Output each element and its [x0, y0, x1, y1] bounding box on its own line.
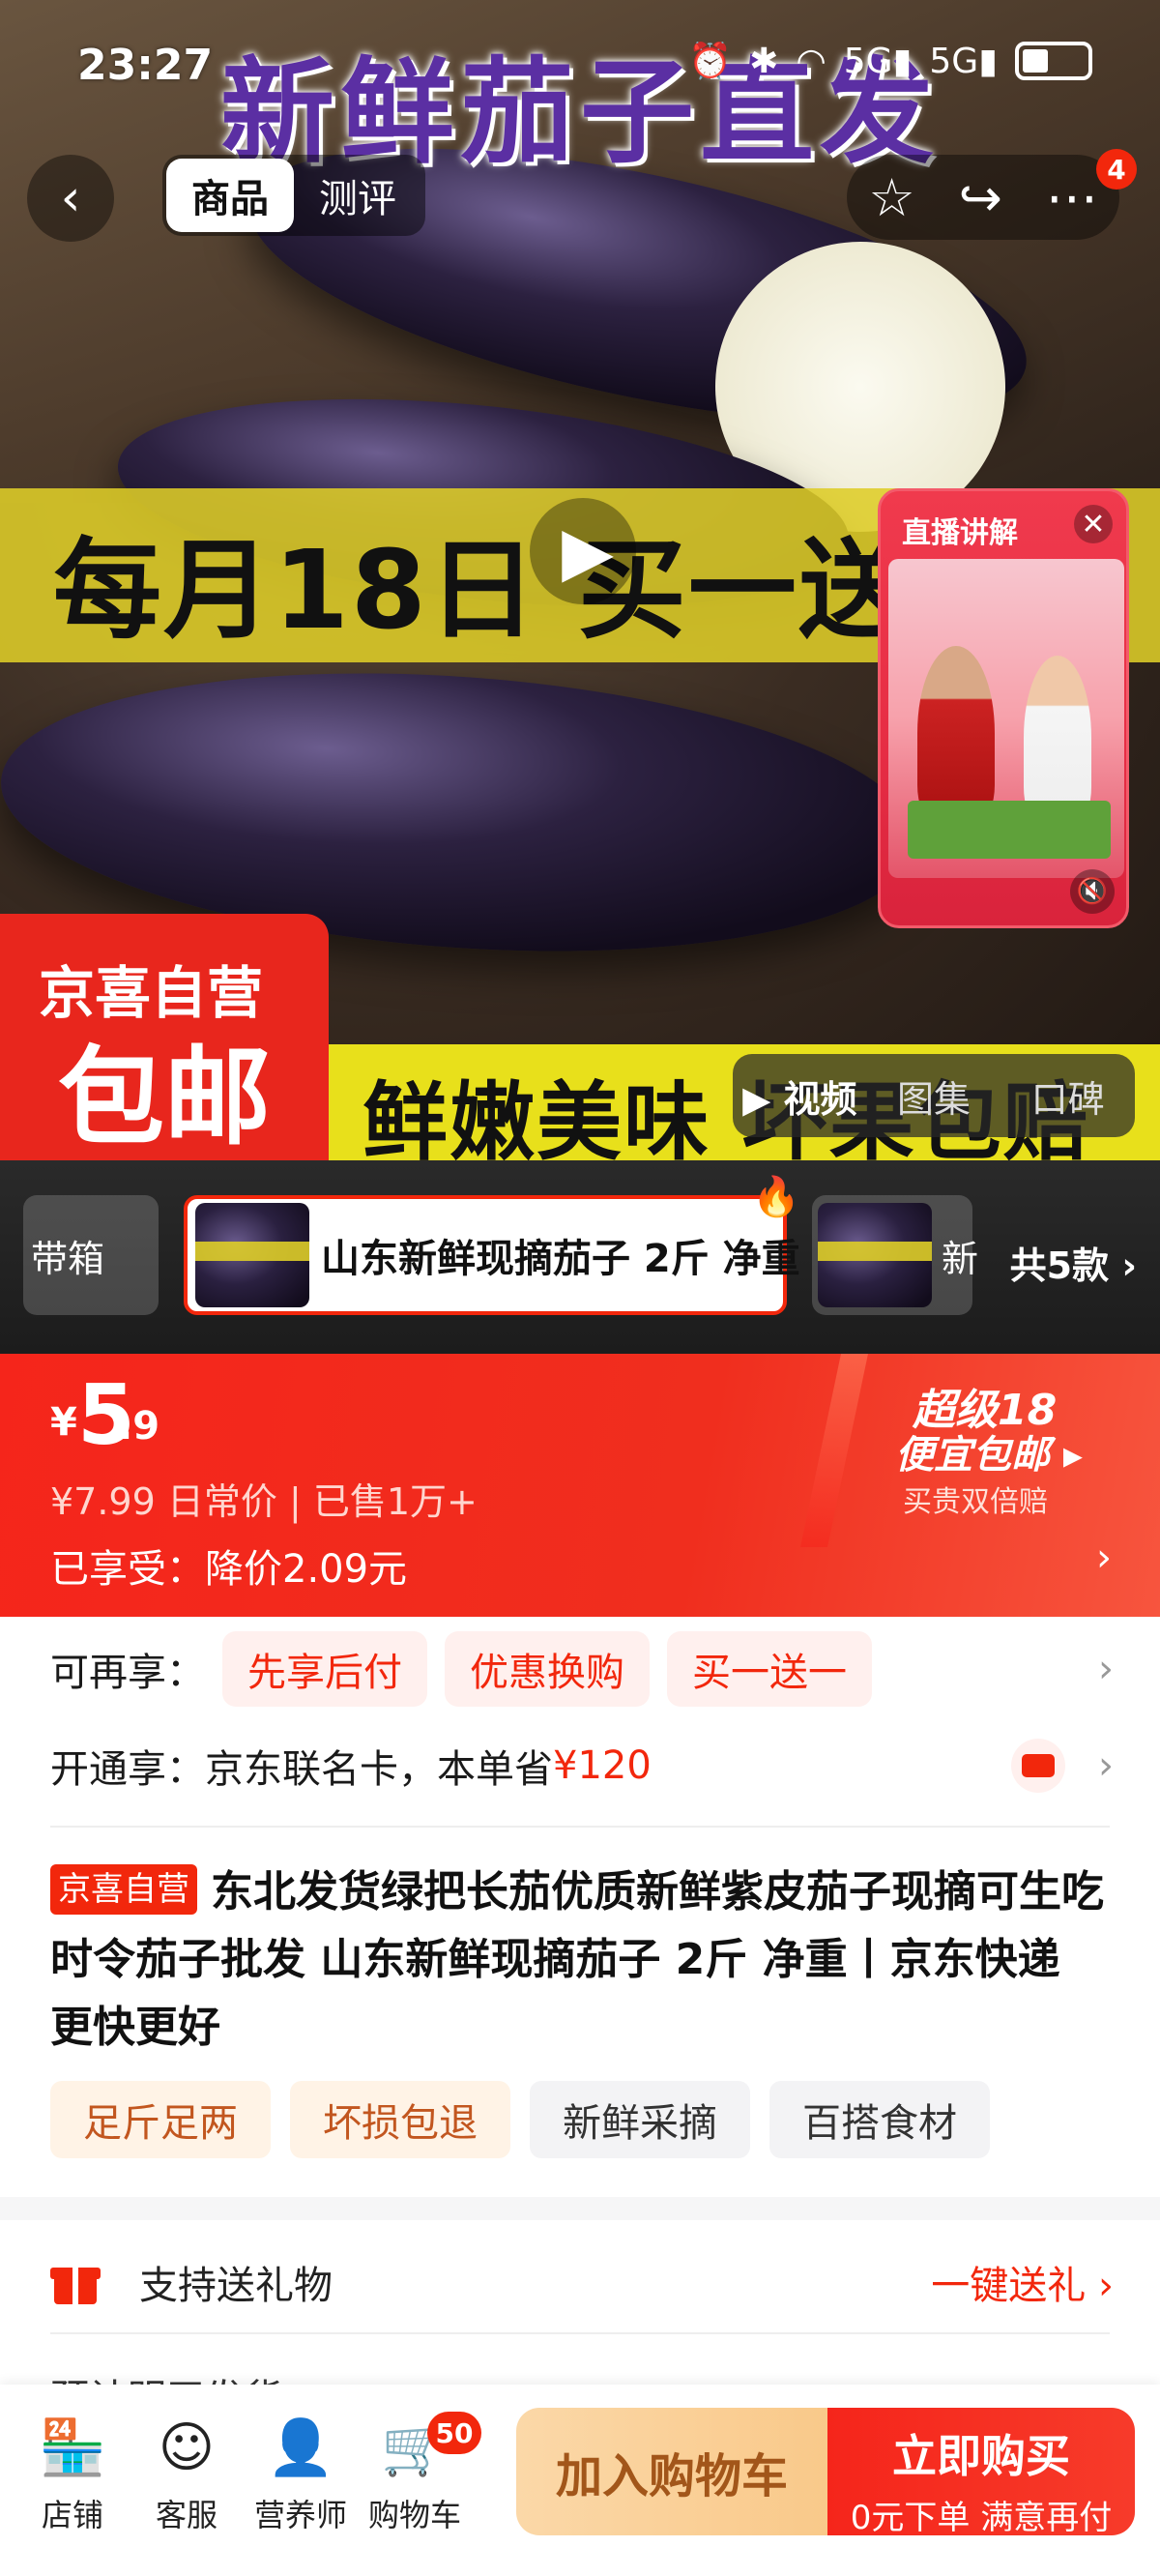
customer-service-button[interactable]: ☺ 客服	[133, 2412, 240, 2535]
chevron-right-icon[interactable]: ›	[1098, 1647, 1114, 1691]
price-currency: ¥	[50, 1400, 77, 1445]
gift-row[interactable]: 支持送礼物 一键送礼 ›	[50, 2243, 1114, 2321]
live-title: 直播讲解	[902, 516, 1018, 550]
promo-guarantee: 买贵双倍赔	[903, 1485, 1048, 1519]
host-image	[1024, 656, 1091, 820]
vegetable-table	[908, 801, 1111, 859]
variant-thumbnail	[195, 1203, 309, 1307]
product-tags: 足斤足两 坏损包退 新鲜采摘 百搭食材	[50, 2081, 990, 2158]
variant-option-selected[interactable]: 山东新鲜现摘茄子 2斤 净重	[184, 1195, 800, 1315]
chevron-right-icon[interactable]: ›	[1098, 1743, 1114, 1788]
chat-icon: ☺	[158, 2415, 216, 2479]
card-label: 开通享：京东联名卡，本单省	[50, 1747, 553, 1792]
variant-label: 带箱	[31, 1237, 105, 1280]
star-icon[interactable]: ☆	[868, 167, 914, 228]
discount-applied[interactable]: 已享受：降价2.09元	[50, 1537, 407, 1594]
top-actions: ☆ ↪ ⋯	[847, 155, 1119, 240]
tab-review[interactable]: 测评	[294, 159, 421, 232]
divider	[50, 2332, 1110, 2334]
top-tabs: 商品 测评	[162, 155, 425, 236]
original-price: ¥7.99 日常价 | 已售1万+	[50, 1480, 478, 1523]
buy-now-button[interactable]: 立即购买 0元下单 满意再付	[827, 2408, 1135, 2537]
bluetooth-icon: ✱	[749, 41, 779, 81]
alarm-icon: ⏰	[688, 42, 733, 81]
add-to-cart-button[interactable]: 加入购物车	[516, 2408, 827, 2535]
live-stream-window[interactable]: 直播讲解 ✕ 🔇	[878, 488, 1129, 928]
gift-label: 支持送礼物	[139, 2264, 333, 2308]
signal-icon: 5G▮	[929, 41, 998, 81]
benefit-chip[interactable]: 买一送一	[667, 1631, 872, 1707]
media-tabs: ▶ 视频 图集 口碑	[733, 1054, 1135, 1137]
share-icon[interactable]: ↪	[959, 167, 1002, 228]
product-tag[interactable]: 足斤足两	[50, 2081, 271, 2158]
product-tag[interactable]: 新鲜采摘	[530, 2081, 750, 2158]
variant-option[interactable]: 带箱	[23, 1195, 159, 1315]
product-title: 京喜自营 东北发货绿把长茄优质新鲜紫皮茄子现摘可生吃时令茄子批发 山东新鲜现摘茄子…	[50, 1859, 1114, 2062]
price-band: ¥ 5 .9 ¥7.99 日常价 | 已售1万+ 已享受：降价2.09元 › 超…	[0, 1354, 1160, 1617]
signal-icon: 5G▮	[843, 41, 913, 81]
divider	[50, 1826, 1110, 1828]
variant-option[interactable]: 新	[812, 1195, 978, 1315]
benefit-chip[interactable]: 先享后付	[222, 1631, 427, 1707]
tab-reviews[interactable]: 口碑	[1000, 1069, 1135, 1123]
tab-gallery[interactable]: 图集	[867, 1069, 1001, 1123]
chevron-right-icon[interactable]: ›	[1096, 1536, 1112, 1580]
close-icon[interactable]: ✕	[1074, 505, 1113, 543]
credit-card-icon	[1011, 1739, 1065, 1793]
store-icon: 🏪	[39, 2416, 106, 2479]
hot-icon: 🔥	[752, 1175, 800, 1219]
self-operated-tag: 京喜自营	[50, 1864, 197, 1915]
send-gift-link[interactable]: 一键送礼 ›	[931, 2254, 1114, 2310]
play-icon: ▶	[562, 512, 614, 591]
variant-count-link[interactable]: 共5款 ›	[1010, 1236, 1137, 1289]
benefit-chip[interactable]: 优惠换购	[445, 1631, 650, 1707]
variant-label: 新	[942, 1237, 979, 1280]
variant-label: 山东新鲜现摘茄子 2斤 净重	[321, 1237, 800, 1281]
store-button[interactable]: 🏪 店铺	[19, 2412, 126, 2535]
card-saving: ¥120	[553, 1743, 652, 1788]
mute-icon[interactable]: 🔇	[1070, 869, 1115, 914]
nutritionist-button[interactable]: 👤 营养师	[247, 2412, 354, 2535]
variant-strip: 带箱 山东新鲜现摘茄子 2斤 净重 🔥 新 共5款 ›	[0, 1160, 1160, 1354]
back-icon: ‹	[60, 169, 81, 227]
benefits-label: 可再享：	[50, 1651, 205, 1695]
variant-thumbnail	[818, 1203, 932, 1307]
status-icons: ⏰ ✱ ◠ 5G▮ 5G▮	[688, 41, 1092, 81]
bottom-action-bar: 🏪 店铺 ☺ 客服 👤 营养师 🛒 购物车 50 加入购物车 立即购买 0元下单…	[0, 2385, 1160, 2576]
live-video	[888, 559, 1124, 878]
back-button[interactable]: ‹	[27, 155, 114, 242]
battery-icon	[1015, 42, 1092, 80]
product-tag[interactable]: 坏损包退	[290, 2081, 510, 2158]
product-title-text: 东北发货绿把长茄优质新鲜紫皮茄子现摘可生吃时令茄子批发 山东新鲜现摘茄子 2斤 …	[50, 1867, 1104, 2052]
notification-badge: 4	[1096, 149, 1137, 190]
play-video-button[interactable]: ▶	[530, 498, 636, 604]
card-row[interactable]: 开通享：京东联名卡，本单省 ¥120 ›	[50, 1729, 1114, 1802]
section-separator	[0, 2197, 1160, 2220]
lightning-icon	[800, 1354, 868, 1547]
product-tag[interactable]: 百搭食材	[769, 2081, 990, 2158]
hero-image[interactable]: 新鲜茄子直发 每月18日 买一送 ▶ 京喜自营 包邮 鲜嫩美味 坏果包赔 ▶ 视…	[0, 0, 1160, 1160]
cart-count-badge: 50	[427, 2412, 481, 2454]
free-shipping-label: 包邮	[58, 1036, 271, 1159]
host-image	[917, 646, 995, 820]
promo-subtitle[interactable]: 便宜包邮 ▸	[895, 1423, 1083, 1479]
tab-product[interactable]: 商品	[166, 159, 294, 232]
nutritionist-icon: 👤	[267, 2416, 334, 2479]
promo-band-text: 每月18日 买一送	[53, 528, 909, 654]
benefits-row[interactable]: 可再享： 先享后付 优惠换购 买一送一 ›	[50, 1630, 1114, 1708]
status-time: 23:27	[77, 41, 214, 90]
more-icon[interactable]: ⋯	[1046, 167, 1098, 228]
tab-video[interactable]: ▶ 视频	[733, 1069, 867, 1123]
price-decimal: .9	[118, 1404, 160, 1449]
gift-icon	[50, 2260, 101, 2304]
wifi-icon: ◠	[796, 41, 826, 81]
